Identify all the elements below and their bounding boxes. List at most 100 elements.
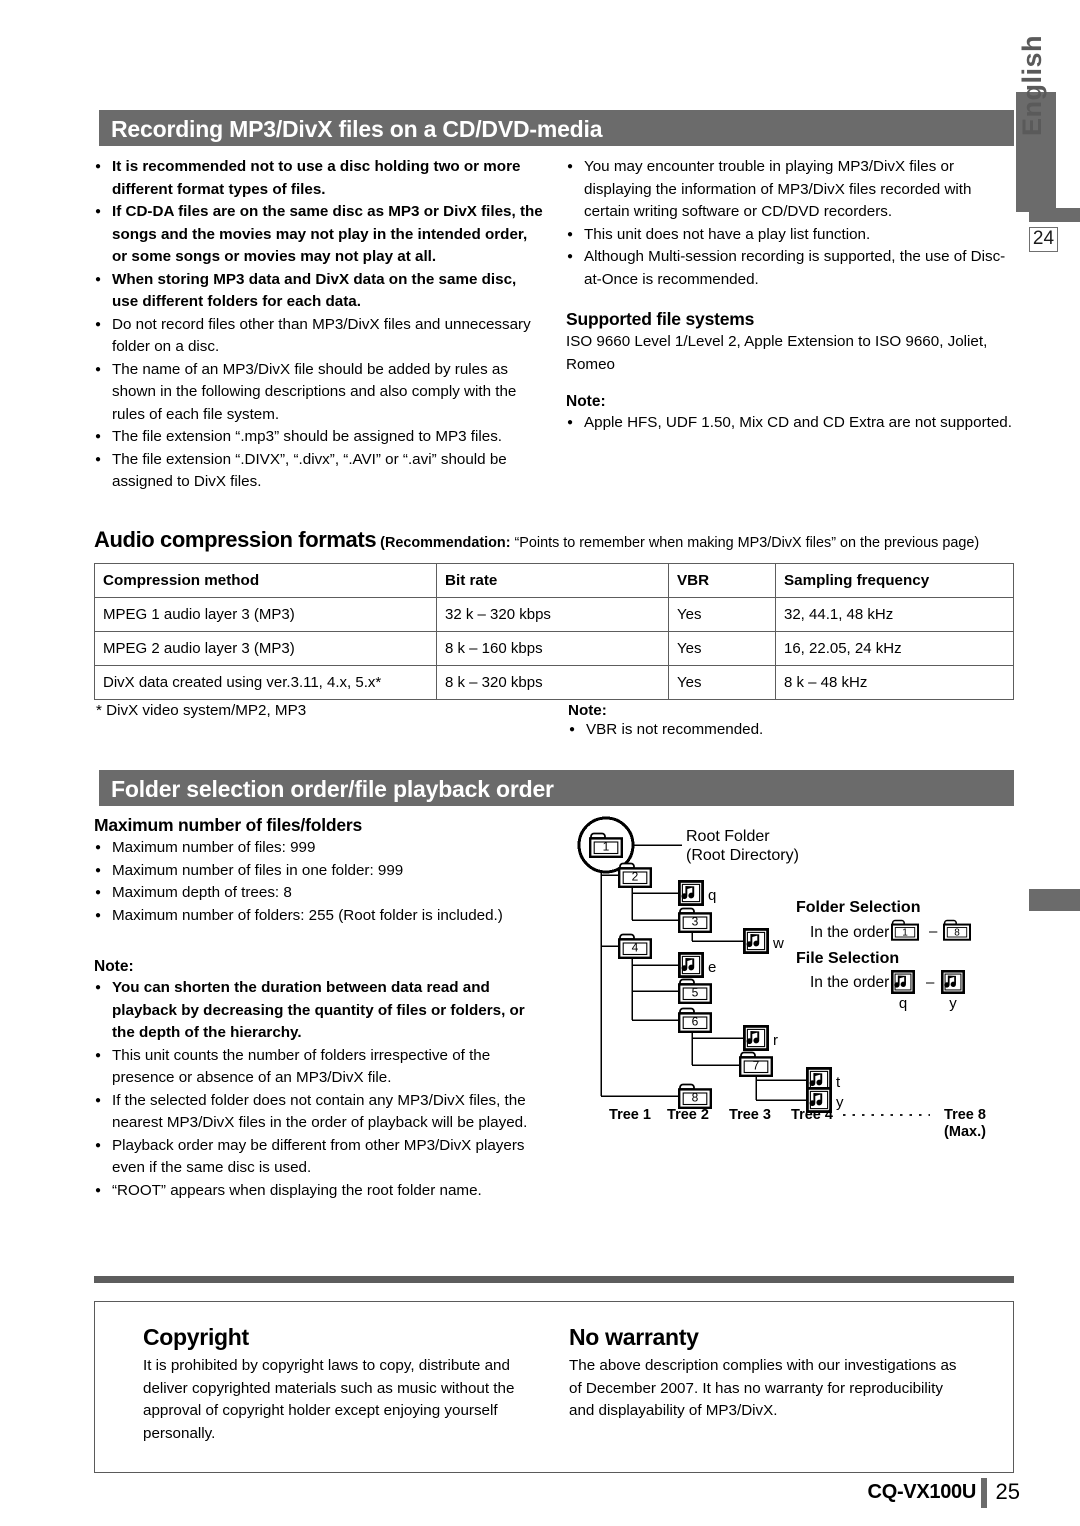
list-item: “ROOT” appears when displaying the root …: [94, 1179, 546, 1202]
list-item: Maximum number of folders: 255 (Root fol…: [94, 904, 546, 927]
recording-note-list: Apple HFS, UDF 1.50, Mix CD and CD Extra…: [566, 411, 1014, 434]
copyright-warranty-box: Copyright It is prohibited by copyright …: [94, 1301, 1014, 1473]
folder-selection-heading: Folder Selection: [796, 899, 920, 916]
list-item: You may encounter trouble in playing MP3…: [566, 155, 1014, 224]
table-cell: 16, 22.05, 24 kHz: [775, 631, 1014, 666]
audio-formats-note-list: VBR is not recommended.: [568, 718, 763, 741]
maximum-files-list: Maximum number of files: 999 Maximum num…: [94, 836, 546, 927]
file-selection-heading: File Selection: [796, 950, 899, 967]
section-title-folder-order: Folder selection order/file playback ord…: [111, 776, 554, 802]
table-cell: Yes: [668, 597, 776, 632]
file-label-w: w: [772, 935, 784, 952]
folder-number-7: 7: [753, 1059, 760, 1073]
copyright-heading: Copyright: [143, 1324, 249, 1350]
list-item: This unit counts the number of folders i…: [94, 1044, 546, 1090]
table-cell: 8 k – 160 kbps: [436, 631, 669, 666]
tree-label-max: (Max.): [944, 1124, 986, 1140]
table-cell: 8 k – 320 kbps: [436, 665, 669, 700]
no-warranty-body: The above description complies with our …: [569, 1357, 957, 1419]
list-item: This unit does not have a play list func…: [566, 223, 1014, 246]
file-selection-to-icon: [941, 970, 965, 994]
folder-number-1: 1: [603, 840, 610, 854]
list-item: The name of an MP3/DivX file should be a…: [94, 358, 546, 427]
table-header-cell: VBR: [668, 563, 776, 598]
table-header-cell: Compression method: [94, 563, 437, 598]
root-folder-label-line1: Root Folder: [686, 828, 770, 845]
file-label-y: y: [836, 1094, 844, 1111]
folder-order-note-heading: Note:: [94, 958, 134, 975]
file-label-e: e: [708, 959, 716, 976]
folder-number-8: 8: [692, 1091, 699, 1105]
list-item: VBR is not recommended.: [568, 718, 763, 741]
list-item: Playback order may be different from oth…: [94, 1134, 546, 1180]
table-cell: MPEG 1 audio layer 3 (MP3): [94, 597, 437, 632]
audio-formats-note-heading: Note:: [568, 702, 607, 719]
file-icon-w: [743, 928, 769, 954]
file-label-q: q: [708, 887, 716, 904]
recording-left-column: It is recommended not to use a disc hold…: [94, 155, 546, 494]
recording-right-column: You may encounter trouble in playing MP3…: [566, 155, 1014, 434]
list-item: You can shorten the duration between dat…: [94, 976, 546, 1045]
list-item: Although Multi-session recording is supp…: [566, 245, 1014, 291]
audio-formats-footnote: * DivX video system/MP2, MP3: [96, 702, 307, 719]
table-cell: Yes: [668, 665, 776, 700]
audio-formats-heading-row: Audio compression formats (Recommendatio…: [94, 527, 979, 553]
tree-label-4: Tree 4: [791, 1107, 833, 1123]
tree-label-3: Tree 3: [729, 1107, 771, 1123]
table-row: MPEG 1 audio layer 3 (MP3) 32 k – 320 kb…: [94, 597, 1014, 632]
no-warranty-block: No warranty The above description compli…: [569, 1324, 969, 1423]
list-item: The file extension “.mp3” should be assi…: [94, 425, 546, 448]
file-icon-r: [743, 1025, 769, 1051]
folder-selection-dash: –: [929, 923, 938, 940]
list-item: Maximum number of files in one folder: 9…: [94, 859, 546, 882]
section-title-recording: Recording MP3/DivX files on a CD/DVD-med…: [111, 116, 603, 142]
manual-page: English 24 Recording MP3/DivX files on a…: [0, 0, 1080, 1526]
table-header-row: Compression method Bit rate VBR Sampling…: [94, 563, 1014, 598]
table-cell: MPEG 2 audio layer 3 (MP3): [94, 631, 437, 666]
audio-formats-recommendation-text: “Points to remember when making MP3/DivX…: [510, 535, 980, 551]
folder-tree-diagram: 1 2 3 4 5 6 7 8 q w e r t y Root Folder …: [560, 815, 1020, 1145]
folder-number-2: 2: [632, 870, 639, 884]
tree-label-8: Tree 8: [944, 1107, 986, 1123]
footer-divider: [981, 1478, 987, 1508]
table-header-cell: Sampling frequency: [775, 563, 1014, 598]
section-header-recording: Recording MP3/DivX files on a CD/DVD-med…: [94, 110, 1014, 146]
table-row: MPEG 2 audio layer 3 (MP3) 8 k – 160 kbp…: [94, 631, 1014, 666]
audio-formats-note: Note: VBR is not recommended.: [568, 702, 763, 742]
bottom-divider: [94, 1276, 1014, 1283]
list-item: Maximum depth of trees: 8: [94, 881, 546, 904]
table-cell: 32, 44.1, 48 kHz: [775, 597, 1014, 632]
list-item: It is recommended not to use a disc hold…: [94, 155, 546, 201]
root-folder-label-line2: (Root Directory): [686, 847, 799, 864]
audio-formats-table: Compression method Bit rate VBR Sampling…: [94, 563, 1014, 700]
page-footer: CQ-VX100U 25: [860, 1477, 1020, 1511]
audio-formats-recommendation-label: (Recommendation:: [380, 535, 511, 551]
folder-selection-from-number: 1: [902, 928, 908, 939]
file-label-r: r: [773, 1032, 778, 1049]
list-item: Apple HFS, UDF 1.50, Mix CD and CD Extra…: [566, 411, 1014, 434]
table-header-cell: Bit rate: [436, 563, 669, 598]
recording-note-heading: Note:: [566, 393, 606, 410]
copyright-block: Copyright It is prohibited by copyright …: [143, 1324, 543, 1445]
file-label-t: t: [836, 1074, 841, 1091]
file-icon-e: [678, 952, 704, 978]
file-selection-from-label: q: [899, 995, 907, 1012]
list-item: If CD-DA files are on the same disc as M…: [94, 200, 546, 269]
section-header-tick: [94, 110, 99, 146]
file-selection-order-text: In the order: [810, 974, 889, 991]
model-number: CQ-VX100U: [867, 1481, 977, 1503]
page-number: 25: [995, 1479, 1020, 1504]
tree-label-1: Tree 1: [609, 1107, 651, 1123]
page-reference-box: 24: [1029, 227, 1058, 252]
page-reference-bar: [1029, 208, 1080, 222]
file-selection-dash: –: [926, 974, 935, 991]
section-header-tick: [94, 770, 99, 806]
list-item: If the selected folder does not contain …: [94, 1089, 546, 1135]
list-item: Do not record files other than MP3/DivX …: [94, 313, 546, 359]
list-item: Maximum number of files: 999: [94, 836, 546, 859]
tree-label-2: Tree 2: [667, 1107, 709, 1123]
folder-number-3: 3: [692, 915, 699, 929]
file-icon-q: [678, 880, 704, 906]
file-selection-from-icon: [891, 970, 915, 994]
audio-formats-heading: Audio compression formats: [94, 527, 377, 552]
